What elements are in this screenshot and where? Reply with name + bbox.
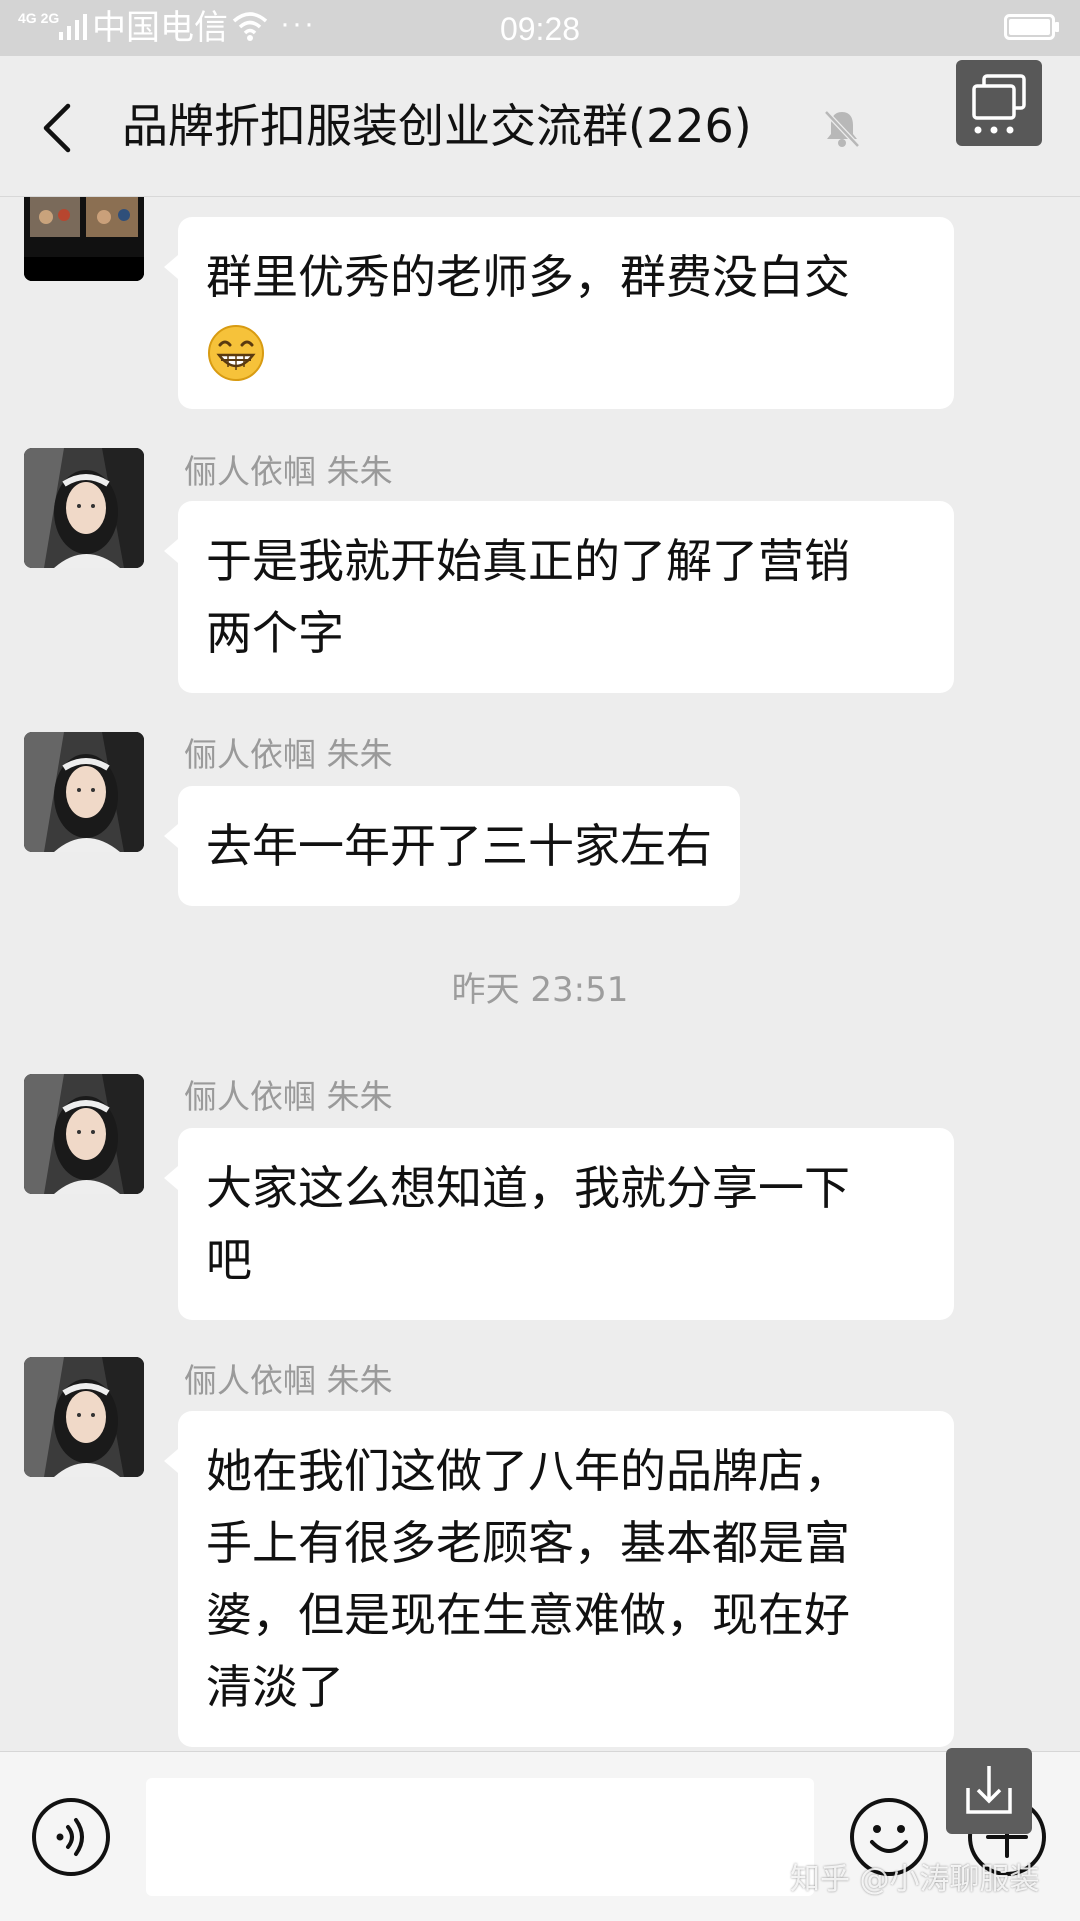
- message-bubble-4[interactable]: 她在我们这做了八年的品牌店， 手上有很多老顾客，基本都是富 婆，但是现在生意难做…: [164, 1411, 954, 1747]
- group-menu-button[interactable]: [956, 60, 1042, 146]
- clock: 09:28: [499, 11, 581, 47]
- grinning-emoji-icon: [208, 324, 264, 381]
- chat-header: 品牌折扣服装创业交流群(226): [0, 56, 1080, 197]
- mute-bell-icon: [824, 110, 860, 148]
- sender-name-1: 俪人依帼 朱朱: [184, 452, 393, 491]
- message-bubble-2[interactable]: 去年一年开了三十家左右: [164, 786, 740, 906]
- message-3-line-0: 大家这么想知道，我就分享一下: [206, 1161, 850, 1215]
- message-0-line-0: 群里优秀的老师多，群费没白交: [206, 250, 850, 304]
- message-3-line-1: 吧: [206, 1233, 252, 1287]
- battery-icon: [1004, 14, 1059, 40]
- message-4-line-1: 手上有很多老顾客，基本都是富: [206, 1516, 850, 1570]
- avatar-message-2[interactable]: [24, 732, 144, 852]
- watermark: 知乎 @小涛聊服装: [790, 1862, 1040, 1897]
- message-1-line-1: 两个字: [206, 606, 344, 660]
- sender-name-3: 俪人依帼 朱朱: [184, 1077, 393, 1116]
- avatar-message-1[interactable]: [24, 448, 144, 568]
- avatar-message-3[interactable]: [24, 1074, 144, 1194]
- status-bar: 4G 2G 中国电信 ··· 09:28: [0, 0, 1080, 56]
- message-1-line-0: 于是我就开始真正的了解了营销: [206, 534, 850, 588]
- message-4-line-2: 婆，但是现在生意难做，现在好: [206, 1588, 850, 1642]
- sender-name-2: 俪人依帼 朱朱: [184, 735, 393, 774]
- chat-title: 品牌折扣服装创业交流群(226): [122, 99, 752, 153]
- avatar-message-0[interactable]: [24, 197, 144, 281]
- download-icon: [966, 1766, 1012, 1814]
- voice-icon[interactable]: [30, 1796, 112, 1878]
- message-4-line-0: 她在我们这做了八年的品牌店，: [206, 1444, 850, 1498]
- sender-name-4: 俪人依帼 朱朱: [184, 1361, 393, 1400]
- message-input[interactable]: [146, 1778, 814, 1896]
- message-bubble-1[interactable]: 于是我就开始真正的了解了营销 两个字: [164, 501, 954, 693]
- message-list[interactable]: 群里优秀的老师多，群费没白交 俪人依帼 朱朱 于是我就开始真正的了解了营销 两个…: [0, 197, 1080, 1750]
- message-timestamp: 昨天 23:51: [451, 970, 629, 1010]
- avatar-message-4[interactable]: [24, 1357, 144, 1477]
- back-icon[interactable]: [38, 100, 78, 156]
- message-bubble-0[interactable]: 群里优秀的老师多，群费没白交: [164, 217, 954, 409]
- message-2-line-0: 去年一年开了三十家左右: [206, 819, 712, 873]
- message-bubble-3[interactable]: 大家这么想知道，我就分享一下 吧: [164, 1128, 954, 1320]
- download-button[interactable]: [946, 1748, 1032, 1834]
- message-4-line-3: 清淡了: [206, 1660, 344, 1714]
- group-menu-icon: [972, 74, 1026, 134]
